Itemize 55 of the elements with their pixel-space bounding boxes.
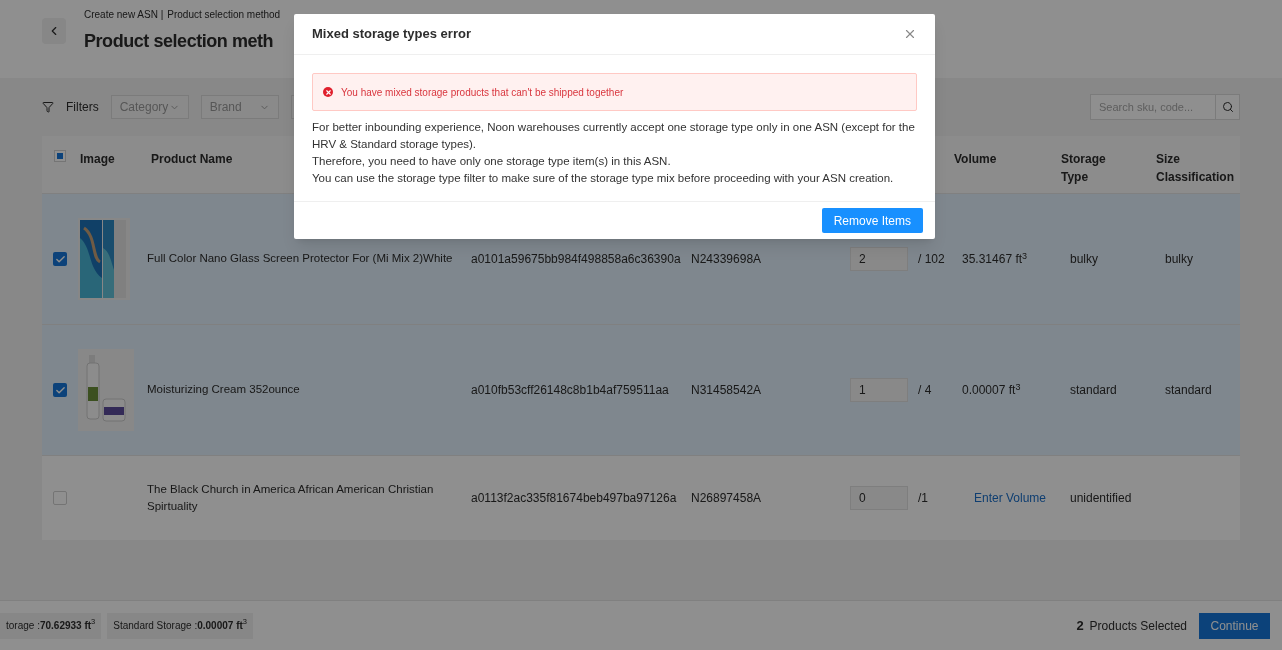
volume-value: 0.00007 ft$^{3}$ bbox=[962, 383, 1021, 397]
dialog-message: Therefore, you need to have only one storage type item(s) in this ASN. bbox=[312, 154, 672, 169]
product-name: Moisturizing Cream 352ounce bbox=[147, 383, 300, 396]
sku-code: a0101a59675bb984f498858a6c36390a bbox=[471, 252, 681, 266]
search-button[interactable] bbox=[1216, 94, 1240, 120]
back-button[interactable] bbox=[42, 18, 66, 44]
enter-volume-link[interactable]: Enter Volume bbox=[974, 491, 1047, 505]
product-code: N24339698A bbox=[691, 252, 762, 266]
dialog-title: Mixed storage types error bbox=[312, 25, 471, 44]
storage-chip: torage :70.62933 ft$^{3}$ bbox=[0, 612, 102, 639]
sku-code: a0113f2ac335f81674beb497ba97126a bbox=[471, 491, 677, 505]
breadcrumb-item[interactable]: Product selection method bbox=[167, 7, 281, 22]
table-row[interactable]: The Black Church in America African American Christian Spirtuality a0113f2ac335f81674beb497ba97126a N26897458A 0 /1 Enter Volume unidentified bbox=[42, 455, 1240, 540]
quantity-field[interactable]: 1 bbox=[850, 378, 908, 402]
checkbox[interactable] bbox=[53, 491, 67, 505]
storage-type: unidentified bbox=[1070, 491, 1132, 505]
size-classification: standard bbox=[1165, 383, 1212, 397]
alert-message: You have mixed storage products that can't be shipped together bbox=[341, 85, 624, 100]
selected-count: 2 bbox=[1076, 616, 1084, 635]
storage-type: bulky bbox=[1070, 252, 1098, 266]
continue-button[interactable]: Continue bbox=[1199, 612, 1270, 639]
storage-chip: Standard Storage :0.00007 ft$^{3}$ bbox=[107, 612, 253, 639]
column-header: Size Classification bbox=[1156, 151, 1236, 186]
table-row[interactable]: Moisturizing Cream 352ounce a010fb53cff26148c8b1b4af759511aa N31458542A 1 / 4 0.00007 ft$^{3}$ standard standard bbox=[42, 324, 1240, 455]
available-quantity: /1 bbox=[918, 491, 928, 505]
product-code: N31458542A bbox=[691, 383, 762, 397]
column-header: Storage Type bbox=[1061, 151, 1107, 186]
available-quantity: / 4 bbox=[918, 383, 932, 397]
product-name: The Black Church in America African American Christian Spirtuality bbox=[147, 482, 434, 512]
filters-label: Filters bbox=[66, 99, 99, 116]
volume-value: 35.31467 ft$^{3}$ bbox=[962, 252, 1028, 266]
column-header: Volume bbox=[954, 152, 997, 166]
selected-label: Products Selected bbox=[1089, 617, 1187, 635]
available-quantity: / 102 bbox=[918, 252, 945, 266]
search-icon bbox=[1221, 101, 1234, 113]
filter-icon bbox=[42, 101, 54, 113]
storage-type: standard bbox=[1070, 383, 1117, 397]
checkbox[interactable] bbox=[54, 150, 66, 162]
remove-items-button[interactable]: Remove Items bbox=[821, 208, 923, 233]
product-code: N26897458A bbox=[691, 491, 762, 505]
column-header: Product Name bbox=[151, 152, 233, 166]
column-header: Image bbox=[80, 152, 115, 166]
dialog-message: For better inbounding experience, Noon warehouses currently accept one storage type only in one ASN (except for the HRV & Standard storage types). bbox=[312, 120, 916, 152]
dialog-message: You can use the storage type filter to make sure of the storage type mix before proceeding with your ASN creation. bbox=[312, 171, 895, 186]
sku-code: a010fb53cff26148c8b1b4af759511aa bbox=[471, 383, 669, 397]
checkbox[interactable] bbox=[53, 252, 67, 266]
quantity-field[interactable]: 0 bbox=[850, 486, 908, 510]
quantity-field[interactable]: 2 bbox=[850, 247, 908, 271]
breadcrumb-item[interactable]: Create new ASN | bbox=[84, 7, 164, 22]
page-title: Product selection meth bbox=[84, 30, 275, 53]
size-classification: bulky bbox=[1165, 252, 1193, 266]
checkbox[interactable] bbox=[53, 383, 67, 397]
close-icon[interactable] bbox=[903, 27, 917, 41]
product-name: Full Color Nano Glass Screen Protector For (Mi Mix 2)White bbox=[147, 252, 453, 265]
error-icon bbox=[323, 87, 333, 97]
